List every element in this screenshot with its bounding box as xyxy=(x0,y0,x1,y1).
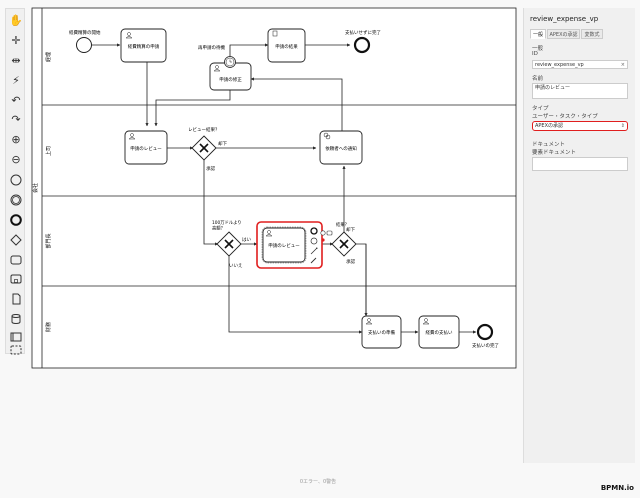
task-apply-label: 経費精算の申請 xyxy=(128,43,160,50)
bpmn-io-logo[interactable]: BPMN.io xyxy=(601,484,634,492)
start-event-label: 経費精算の開始 xyxy=(69,29,101,36)
end-paid-label: 支払いの完了 xyxy=(472,342,499,349)
flow-label-no: いいえ xyxy=(229,263,243,269)
flow-label-yes: はい xyxy=(242,237,251,243)
gateway-review-label: レビュー結果？ xyxy=(188,126,220,133)
id-field[interactable]: review_expense_vp × xyxy=(532,60,628,69)
lane-label-accounting: 経理 xyxy=(45,52,52,62)
append-end-event-icon[interactable] xyxy=(310,227,318,235)
properties-title: review_expense_vp xyxy=(530,15,599,23)
name-field[interactable]: 申請のレビュー xyxy=(532,83,628,99)
task-prepare-payment[interactable]: 支払いの準備 xyxy=(361,315,402,349)
task-apply-expense[interactable]: 経費精算の申請 xyxy=(120,28,167,63)
delete-icon[interactable] xyxy=(321,238,325,242)
lane-accounting[interactable]: 経理 xyxy=(45,52,52,62)
lane-dept-head[interactable]: 部門長 xyxy=(45,233,52,248)
tab-general[interactable]: 一般 xyxy=(530,29,546,39)
properties-panel: review_expense_vp 一般 APEXの承認 変数式 一般 ID r… xyxy=(523,8,635,463)
task-review-dept-label: 申請のレビュー xyxy=(268,242,300,249)
task-result[interactable]: 申請の結果 xyxy=(267,28,306,63)
type-section-heading: タイプ xyxy=(532,106,549,112)
clear-id-icon[interactable]: × xyxy=(621,61,625,69)
task-fix-label: 申請の修正 xyxy=(219,76,242,83)
element-documentation-field[interactable] xyxy=(532,157,628,171)
task-pay-label: 経費の支払い xyxy=(426,329,453,336)
flow-label-approve-boss: 承認 xyxy=(206,165,215,172)
lane-label-dept-head: 部門長 xyxy=(45,233,52,248)
bpmn-canvas[interactable]: 会社 経理 上司 部門長 財務 経費精算の開始 経費精算の申請 申請の結果 支払… xyxy=(0,0,523,498)
lane-label-boss: 上司 xyxy=(45,146,52,156)
id-value: review_expense_vp xyxy=(535,62,584,68)
name-value: 申請のレビュー xyxy=(535,85,571,91)
validation-status[interactable]: 0エラー、0警告 xyxy=(290,478,346,487)
flow-label-approve-dept: 承認 xyxy=(346,258,355,265)
task-review-boss[interactable]: 申請のレビュー xyxy=(124,130,168,165)
documentation-section-heading: ドキュメント xyxy=(532,142,566,148)
user-task-type-label: ユーザー・タスク・タイプ xyxy=(532,114,598,120)
task-prepare-label: 支払いの準備 xyxy=(368,329,395,336)
task-result-label: 申請の結果 xyxy=(275,43,298,50)
task-pay-expense[interactable]: 経費の支払い xyxy=(418,315,460,349)
task-notify-label: 依頼者への通知 xyxy=(325,145,357,152)
lane-finance[interactable]: 財務 xyxy=(45,322,52,332)
name-label: 名前 xyxy=(532,76,544,82)
append-intermediate-event-icon[interactable] xyxy=(310,237,318,245)
lane-label-finance: 財務 xyxy=(45,322,52,332)
timer-label: 再申請の待機 xyxy=(198,44,225,51)
element-documentation-label: 要素ドキュメント xyxy=(532,150,577,156)
task-review-boss-label: 申請のレビュー xyxy=(130,145,162,152)
tab-apex-approval[interactable]: APEXの承認 xyxy=(547,29,580,39)
user-task-type-value: APEXの承認 xyxy=(535,123,564,129)
gateway-dept-label: 結果？ xyxy=(336,221,349,228)
user-task-type-select[interactable]: APEXの承認 ⇕ xyxy=(532,121,628,131)
chevron-updown-icon: ⇕ xyxy=(620,123,625,129)
flow-label-reject-boss: 却下 xyxy=(218,140,227,147)
pool-label: 会社 xyxy=(32,183,39,193)
id-label: ID xyxy=(532,51,538,57)
end-not-paid-label: 支払いせずに完了 xyxy=(345,29,381,36)
tab-variables[interactable]: 変数式 xyxy=(581,29,603,39)
flow-label-reject-dept: 却下 xyxy=(346,226,355,233)
task-notify-requester[interactable]: 依頼者への通知 xyxy=(319,130,363,165)
lane-boss[interactable]: 上司 xyxy=(45,146,52,156)
